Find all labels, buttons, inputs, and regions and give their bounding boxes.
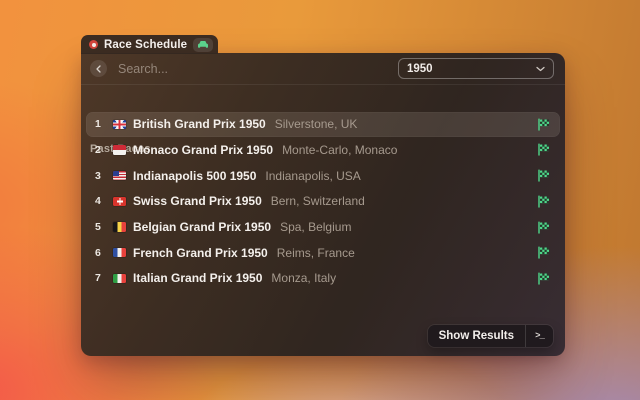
back-button[interactable]	[90, 60, 107, 77]
country-flag-icon	[113, 222, 126, 232]
race-list: 1 British Grand Prix 1950 Silverstone, U…	[86, 112, 560, 292]
race-position: 5	[95, 221, 101, 233]
race-row[interactable]: 5 Belgian Grand Prix 1950 Spa, Belgium	[86, 215, 560, 240]
year-select[interactable]: 1950	[398, 58, 554, 79]
race-title: Belgian Grand Prix 1950	[133, 220, 272, 234]
checkered-flag-icon	[538, 169, 549, 182]
checkered-flag-icon	[538, 272, 549, 285]
race-title: Indianapolis 500 1950	[133, 168, 257, 183]
checkered-flag-icon	[538, 195, 549, 208]
toolbar: 1950	[81, 53, 565, 85]
race-title: Italian Grand Prix 1950	[133, 271, 263, 286]
window-title-badge[interactable]: Race Schedule	[81, 35, 219, 54]
race-schedule-panel: 1950 Past Races 1 British Grand Prix 195…	[81, 53, 565, 356]
year-select-value: 1950	[407, 62, 433, 75]
checkered-flag-icon	[538, 143, 549, 157]
race-row[interactable]: 4 Swiss Grand Prix 1950 Bern, Switzerlan…	[86, 189, 560, 214]
race-row[interactable]: 6 French Grand Prix 1950 Reims, France	[86, 240, 560, 265]
show-results-button[interactable]: Show Results	[428, 325, 525, 347]
country-flag-icon	[113, 247, 126, 258]
terminal-button[interactable]: >_	[526, 325, 553, 347]
race-position: 7	[95, 272, 101, 285]
race-location: Silverstone, UK	[274, 117, 358, 132]
race-row[interactable]: 7 Italian Grand Prix 1950 Monza, Italy	[86, 266, 560, 291]
race-title: Swiss Grand Prix 1950	[133, 194, 262, 209]
race-title: French Grand Prix 1950	[133, 245, 268, 260]
race-location: Monza, Italy	[271, 271, 337, 286]
footer-actions: Show Results >_	[427, 325, 553, 347]
race-position: 3	[95, 169, 101, 182]
country-flag-icon	[113, 119, 126, 129]
race-car-badge	[193, 37, 214, 52]
checkered-flag-icon	[538, 118, 549, 131]
country-flag-icon	[113, 273, 126, 284]
race-location: Indianapolis, USA	[265, 168, 361, 183]
race-title: British Grand Prix 1950	[133, 117, 266, 132]
race-location: Monte-Carlo, Monaco	[282, 142, 398, 157]
app-title: Race Schedule	[104, 38, 188, 51]
race-position: 2	[95, 143, 101, 156]
race-position: 6	[95, 246, 101, 259]
race-position: 1	[95, 118, 101, 131]
race-row[interactable]: 2 Monaco Grand Prix 1950 Monte-Carlo, Mo…	[86, 138, 560, 163]
race-row[interactable]: 1 British Grand Prix 1950 Silverstone, U…	[86, 112, 560, 137]
record-dot-icon	[89, 40, 98, 49]
race-row[interactable]: 3 Indianapolis 500 1950 Indianapolis, US…	[86, 163, 560, 188]
race-location: Reims, France	[276, 245, 355, 260]
checkered-flag-icon	[538, 246, 549, 259]
race-position: 4	[95, 195, 101, 208]
search-input[interactable]	[118, 61, 398, 76]
country-flag-icon	[113, 196, 126, 207]
country-flag-icon	[113, 170, 126, 181]
race-car-icon	[198, 41, 209, 48]
race-location: Bern, Switzerland	[270, 194, 365, 209]
race-location: Spa, Belgium	[280, 220, 352, 234]
chevron-down-icon	[536, 66, 545, 71]
race-title: Monaco Grand Prix 1950	[133, 142, 274, 157]
checkered-flag-icon	[538, 221, 549, 234]
country-flag-icon	[113, 145, 126, 155]
chevron-left-icon	[95, 64, 101, 73]
